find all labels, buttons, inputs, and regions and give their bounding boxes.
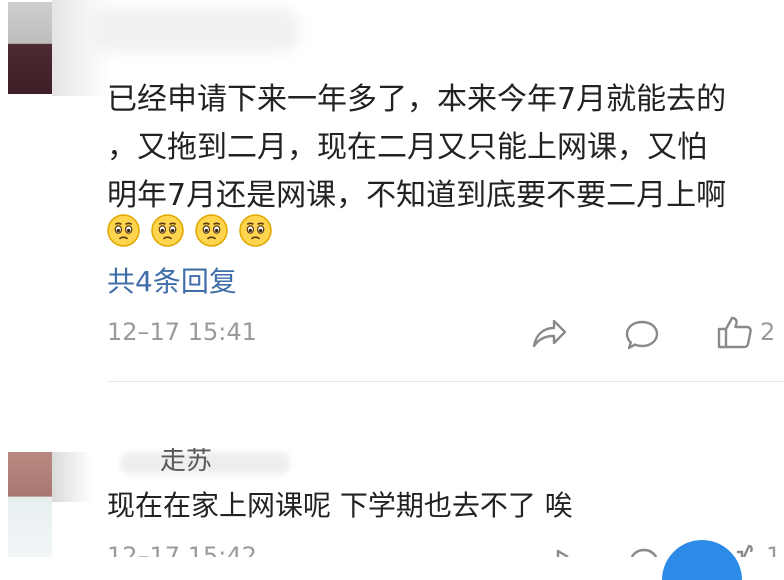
comment-text: 现在在家上网课呢 下学期也去不了 唉 bbox=[107, 489, 573, 522]
comment-timestamp: 12–17 15:41 bbox=[107, 318, 257, 346]
share-icon[interactable] bbox=[530, 316, 568, 350]
username-partial[interactable]: 走苏 bbox=[160, 448, 212, 474]
thumbs-up-icon[interactable] bbox=[734, 544, 764, 557]
share-icon[interactable] bbox=[540, 545, 574, 557]
view-replies-link[interactable]: 共4条回复 bbox=[107, 260, 237, 300]
emoji-row bbox=[107, 210, 272, 250]
comment-text: 已经申请下来一年多了，本来今年7月就能去的 ，又拖到二月，现在二月又只能上网课，… bbox=[107, 76, 777, 220]
sad-face-icon bbox=[239, 213, 272, 247]
avatar-shadow bbox=[52, 452, 92, 502]
sad-face-icon bbox=[107, 213, 140, 247]
sad-face-icon bbox=[151, 213, 184, 247]
floating-action-button[interactable] bbox=[662, 540, 742, 580]
comment-line: 已经申请下来一年多了，本来今年7月就能去的 bbox=[107, 82, 727, 117]
comment-timestamp: 12–17 15:42 bbox=[107, 544, 257, 557]
avatar[interactable] bbox=[8, 2, 52, 94]
comment-icon[interactable] bbox=[624, 318, 660, 352]
avatar[interactable] bbox=[8, 452, 52, 557]
username-blurred bbox=[90, 8, 300, 52]
like-count: 1 bbox=[766, 544, 781, 557]
thumbs-up-icon[interactable] bbox=[716, 314, 754, 350]
comment-line: ，又拖到二月，现在二月又只能上网课，又怕 bbox=[107, 130, 707, 165]
comment-icon[interactable] bbox=[628, 547, 660, 557]
sad-face-icon bbox=[195, 213, 228, 247]
like-count: 2 bbox=[760, 318, 776, 346]
comment-divider bbox=[107, 381, 784, 382]
